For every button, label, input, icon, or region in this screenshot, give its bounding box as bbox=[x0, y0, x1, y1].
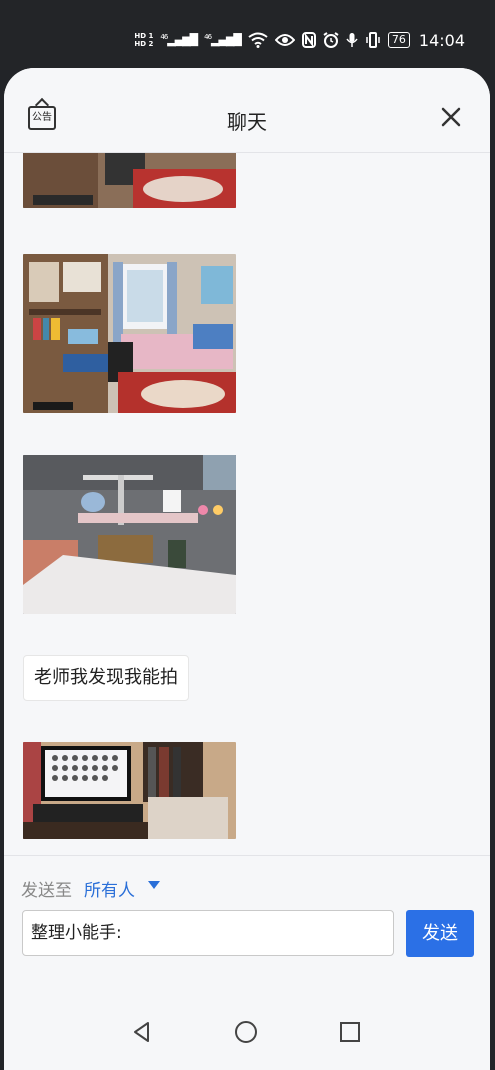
photo-bedroom-cropped-image bbox=[23, 153, 236, 208]
text-message[interactable]: 老师我发现我能拍 bbox=[23, 655, 189, 701]
status-bar: HD 1 HD 2 46▂▄▆█ 46▂▄▆█ 76 14:04 bbox=[0, 0, 495, 70]
status-icons: HD 1 HD 2 46▂▄▆█ 46▂▄▆█ 76 14:04 bbox=[134, 28, 465, 52]
photo-message-bedroom[interactable] bbox=[23, 254, 236, 413]
chat-header: 公告 聊天 bbox=[4, 68, 490, 153]
hd1-label: HD 1 bbox=[134, 32, 154, 40]
back-triangle-icon[interactable] bbox=[130, 1020, 154, 1044]
hd-indicator: HD 1 HD 2 bbox=[134, 32, 153, 48]
photo-message-bedroom-cropped[interactable] bbox=[23, 153, 236, 208]
microphone-icon bbox=[346, 33, 358, 47]
compose-panel: 发送至 所有人 整理小能手: 发送 bbox=[4, 855, 490, 1006]
battery-indicator: 76 bbox=[387, 32, 410, 48]
signal2-icon: 46▂▄▆█ bbox=[204, 33, 242, 47]
signal1-label: 46 bbox=[160, 33, 168, 42]
photo-desk-image bbox=[23, 455, 236, 614]
signal2-label: 46 bbox=[204, 33, 212, 42]
recents-square-icon[interactable] bbox=[339, 1021, 361, 1043]
system-nav-bar bbox=[4, 1005, 490, 1070]
message-input[interactable]: 整理小能手: bbox=[22, 910, 394, 956]
eye-icon bbox=[274, 34, 295, 46]
send-button[interactable]: 发送 bbox=[406, 910, 474, 957]
hd2-label: HD 2 bbox=[134, 40, 154, 48]
send-to-label: 发送至 bbox=[21, 881, 72, 901]
chevron-down-icon[interactable] bbox=[148, 881, 160, 889]
photo-bedroom-image bbox=[23, 254, 236, 413]
photo-computer-image bbox=[23, 742, 236, 839]
photo-message-computer[interactable] bbox=[23, 742, 236, 839]
home-circle-icon[interactable] bbox=[234, 1020, 258, 1044]
alarm-icon bbox=[323, 32, 339, 48]
photo-message-desk[interactable] bbox=[23, 455, 236, 614]
nfc-icon bbox=[301, 32, 316, 48]
clock: 14:04 bbox=[418, 30, 465, 50]
chat-sheet: 公告 聊天 老师我发现我能拍 发送至 所有人 整理小能手: 发送 bbox=[4, 68, 490, 1070]
signal-icon: 46▂▄▆█ bbox=[160, 33, 198, 47]
send-to-selector[interactable]: 所有人 bbox=[84, 876, 135, 901]
wifi-icon bbox=[248, 32, 268, 48]
message-list[interactable]: 老师我发现我能拍 bbox=[4, 153, 490, 855]
page-title: 聊天 bbox=[227, 110, 267, 134]
vibrate-icon bbox=[366, 32, 380, 48]
close-icon[interactable] bbox=[440, 106, 462, 128]
